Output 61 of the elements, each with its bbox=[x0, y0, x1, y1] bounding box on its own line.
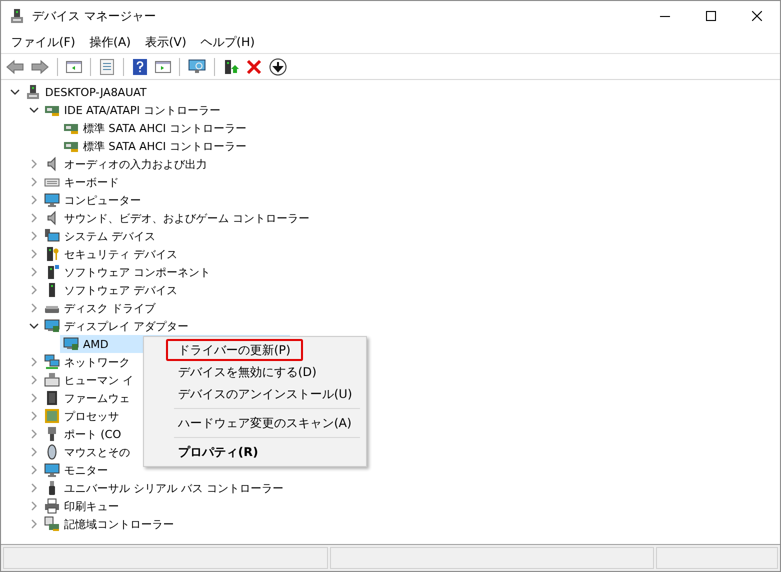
window-title: デバイス マネージャー bbox=[32, 8, 156, 24]
network-icon bbox=[44, 354, 60, 370]
tree-item[interactable]: サウンド、ビデオ、およびゲーム コントローラー bbox=[41, 209, 312, 227]
tree-item[interactable]: 記憶域コントローラー bbox=[41, 515, 176, 533]
menu-item[interactable]: 操作(A) bbox=[83, 32, 137, 52]
menu-item[interactable]: ハードウェア変更のスキャン(A) bbox=[166, 412, 364, 434]
menu-item[interactable]: ファイル(F) bbox=[5, 32, 82, 52]
computer-icon bbox=[25, 84, 41, 100]
menu-item[interactable]: ヘルプ(H) bbox=[194, 32, 261, 52]
action-pane-icon[interactable] bbox=[155, 58, 171, 74]
tree-item[interactable]: DESKTOP-JA8AUAT bbox=[22, 83, 149, 101]
chevron-icon[interactable] bbox=[29, 321, 39, 331]
remove-icon[interactable] bbox=[246, 58, 262, 74]
menu-item[interactable]: プロパティ(R) bbox=[166, 441, 270, 463]
tree-item[interactable]: ソフトウェア コンポーネント bbox=[41, 263, 212, 281]
tree-item[interactable]: コンピューター bbox=[41, 191, 143, 209]
tree-item[interactable]: モニター bbox=[41, 461, 110, 479]
menu-item[interactable]: 表示(V) bbox=[138, 32, 192, 52]
monitor-icon bbox=[44, 462, 60, 478]
tree-item[interactable]: ネットワーク bbox=[41, 353, 132, 371]
chip-icon bbox=[44, 390, 60, 406]
tree-item[interactable]: システム デバイス bbox=[41, 227, 158, 245]
tree-item[interactable]: マウスとその bbox=[41, 443, 132, 461]
tree-item[interactable]: キーボード bbox=[41, 173, 121, 191]
menu-item[interactable]: デバイスを無効にする(D) bbox=[166, 361, 329, 383]
monitor-icon bbox=[44, 228, 60, 244]
monitor-icon bbox=[63, 336, 79, 352]
console-tree-icon[interactable] bbox=[66, 58, 82, 74]
tree-item[interactable]: ディスク ドライブ bbox=[41, 299, 158, 317]
menu-item[interactable]: ドライバーの更新(P) bbox=[166, 339, 303, 361]
update-driver-icon[interactable] bbox=[223, 58, 239, 74]
tree-item[interactable]: セキュリティ デバイス bbox=[41, 245, 180, 263]
tree-item[interactable]: 標準 SATA AHCI コントローラー bbox=[60, 119, 248, 137]
tower-key-icon bbox=[44, 246, 60, 262]
chevron-icon[interactable] bbox=[10, 87, 20, 97]
printer-icon bbox=[44, 498, 60, 514]
tree-item[interactable]: オーディオの入力および出力 bbox=[41, 155, 209, 173]
tree-item[interactable]: ソフトウェア デバイス bbox=[41, 281, 180, 299]
keyboard-icon bbox=[44, 372, 60, 388]
tree-item[interactable]: ユニバーサル シリアル バス コントローラー bbox=[41, 479, 286, 497]
menu-item[interactable]: デバイスのアンインストール(U) bbox=[166, 383, 364, 405]
properties-icon[interactable] bbox=[99, 58, 115, 74]
maximize-icon bbox=[706, 11, 716, 21]
monitor-scan-icon[interactable] bbox=[188, 58, 206, 74]
monitor-icon bbox=[44, 192, 60, 208]
chevron-icon[interactable] bbox=[29, 105, 39, 115]
monitor-icon bbox=[44, 318, 60, 334]
tree-item[interactable]: ポート (CO bbox=[41, 425, 124, 443]
tree-item[interactable]: ファームウェ bbox=[41, 389, 132, 407]
chip-icon bbox=[44, 408, 60, 424]
tree-item[interactable]: ディスプレイ アダプター bbox=[41, 317, 190, 335]
tree-item[interactable]: 印刷キュー bbox=[41, 497, 121, 515]
close-icon bbox=[752, 11, 762, 21]
tree-item[interactable]: 標準 SATA AHCI コントローラー bbox=[60, 137, 248, 155]
tree-item[interactable]: IDE ATA/ATAPI コントローラー bbox=[41, 101, 222, 119]
help-icon[interactable] bbox=[132, 58, 148, 74]
download-icon[interactable] bbox=[269, 58, 287, 76]
tree-item[interactable]: プロセッサ bbox=[41, 407, 121, 425]
tree-item[interactable]: ヒューマン イ bbox=[41, 371, 136, 389]
app-icon bbox=[9, 8, 25, 24]
storage-icon bbox=[44, 516, 60, 532]
